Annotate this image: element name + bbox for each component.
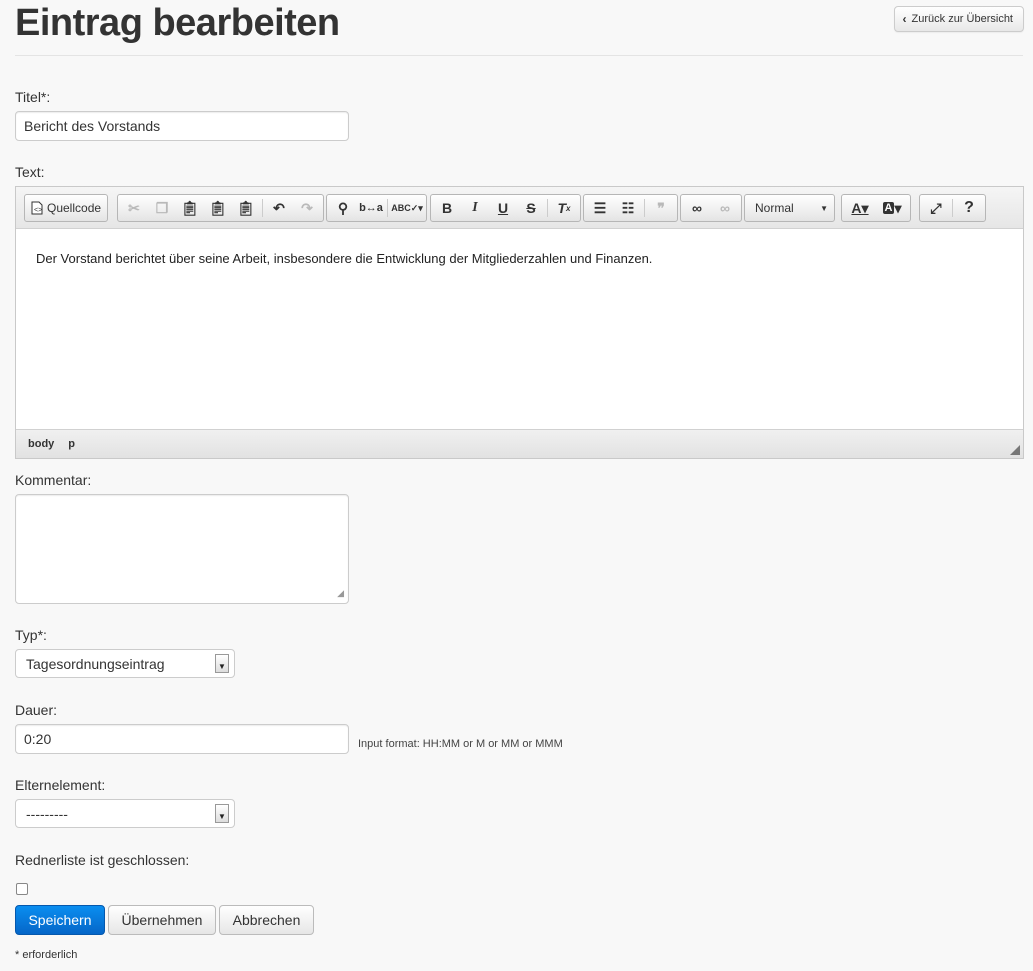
save-button[interactable]: Speichern bbox=[15, 905, 105, 935]
editor-toolbar: <> Quellcode ✂ ❐ 📋︎ 📋︎ 📋︎ ↶ ↷ ⚲ b↔a ABC✓… bbox=[16, 187, 1023, 229]
source-button[interactable]: <> Quellcode bbox=[27, 196, 105, 220]
link-icon[interactable]: ∞ bbox=[683, 196, 711, 220]
parent-label: Elternelement: bbox=[15, 777, 106, 793]
editor-content[interactable]: Der Vorstand berichtet über seine Arbeit… bbox=[16, 229, 1023, 429]
text-color-icon[interactable]: A▾ bbox=[844, 196, 876, 220]
source-label: Quellcode bbox=[47, 201, 102, 215]
toolbar-group-basic-styles: B I U S Tx bbox=[430, 194, 581, 222]
italic-icon[interactable]: I bbox=[461, 196, 489, 220]
bold-icon[interactable]: B bbox=[433, 196, 461, 220]
path-body[interactable]: body bbox=[28, 438, 54, 450]
type-select[interactable]: Tagesordnungseintrag ▼ bbox=[15, 649, 235, 678]
toolbar-separator bbox=[262, 199, 263, 217]
paste-word-icon[interactable]: 📋︎ bbox=[232, 196, 260, 220]
source-icon: <> bbox=[31, 201, 43, 215]
svg-text:<>: <> bbox=[34, 207, 42, 214]
copy-icon[interactable]: ❐ bbox=[148, 196, 176, 220]
toolbar-separator bbox=[952, 199, 953, 217]
toolbar-group-editing: ⚲ b↔a ABC✓▾ bbox=[326, 194, 427, 222]
text-label: Text: bbox=[15, 164, 45, 180]
toolbar-separator bbox=[387, 199, 388, 217]
select-arrow-icon: ▼ bbox=[215, 654, 229, 673]
paste-text-icon[interactable]: 📋︎ bbox=[204, 196, 232, 220]
title-label: Titel*: bbox=[15, 89, 51, 105]
toolbar-group-document: <> Quellcode bbox=[24, 194, 109, 222]
speakers-closed-checkbox[interactable] bbox=[16, 883, 28, 895]
toolbar-separator bbox=[644, 199, 645, 217]
page-title: Eintrag bearbeiten bbox=[15, 2, 340, 44]
undo-icon[interactable]: ↶ bbox=[265, 196, 293, 220]
toolbar-group-links: ∞ ∞ bbox=[680, 194, 742, 222]
resize-handle-icon[interactable] bbox=[1010, 445, 1020, 455]
toolbar-group-clipboard: ✂ ❐ 📋︎ 📋︎ 📋︎ ↶ ↷ bbox=[117, 194, 324, 222]
redo-icon[interactable]: ↷ bbox=[293, 196, 321, 220]
cancel-button[interactable]: Abbrechen bbox=[219, 905, 314, 935]
duration-label: Dauer: bbox=[15, 702, 58, 718]
rich-text-editor: <> Quellcode ✂ ❐ 📋︎ 📋︎ 📋︎ ↶ ↷ ⚲ b↔a ABC✓… bbox=[15, 186, 1024, 459]
comment-label: Kommentar: bbox=[15, 472, 92, 488]
apply-button[interactable]: Übernehmen bbox=[108, 905, 216, 935]
parent-select-value: --------- bbox=[26, 805, 68, 822]
blockquote-icon[interactable]: ❞ bbox=[647, 196, 675, 220]
back-button-label: Zurück zur Übersicht bbox=[911, 13, 1013, 25]
duration-input[interactable]: 0:20 bbox=[15, 724, 349, 754]
duration-help-text: Input format: HH:MM or M or MM or MMM bbox=[358, 738, 563, 750]
type-label: Typ*: bbox=[15, 627, 47, 643]
required-note: * erforderlich bbox=[15, 949, 78, 961]
title-input[interactable]: Bericht des Vorstands bbox=[15, 111, 349, 141]
toolbar-group-colors: A▾ A ▾ bbox=[841, 194, 911, 222]
chevron-left-icon: ‹ bbox=[902, 12, 907, 26]
toolbar-group-paragraph: ☰ ☷ ❞ bbox=[583, 194, 678, 222]
bulleted-list-icon[interactable]: ☷ bbox=[614, 196, 642, 220]
numbered-list-icon[interactable]: ☰ bbox=[586, 196, 614, 220]
path-p[interactable]: p bbox=[68, 438, 75, 450]
find-icon[interactable]: ⚲ bbox=[329, 196, 357, 220]
format-dropdown[interactable]: Normal ▼ bbox=[744, 194, 835, 222]
strike-icon[interactable]: S bbox=[517, 196, 545, 220]
cut-icon[interactable]: ✂ bbox=[120, 196, 148, 220]
speakers-closed-label: Rednerliste ist geschlossen: bbox=[15, 852, 190, 868]
paste-icon[interactable]: 📋︎ bbox=[176, 196, 204, 220]
toolbar-group-tools: ⤢ ? bbox=[919, 194, 986, 222]
toolbar-separator bbox=[547, 199, 548, 217]
editor-status-bar: body p bbox=[16, 429, 1023, 458]
comment-textarea[interactable]: ◢ bbox=[15, 494, 349, 604]
bg-color-icon[interactable]: A ▾ bbox=[876, 196, 908, 220]
header-divider bbox=[15, 55, 1023, 56]
remove-format-icon[interactable]: Tx bbox=[550, 196, 578, 220]
maximize-icon[interactable]: ⤢ bbox=[922, 196, 950, 220]
unlink-icon[interactable]: ∞ bbox=[711, 196, 739, 220]
select-arrow-icon: ▼ bbox=[215, 804, 229, 823]
parent-select[interactable]: --------- ▼ bbox=[15, 799, 235, 828]
resize-grip-icon[interactable]: ◢ bbox=[337, 588, 344, 599]
replace-icon[interactable]: b↔a bbox=[357, 196, 385, 220]
format-value: Normal bbox=[755, 201, 794, 215]
spellcheck-icon[interactable]: ABC✓▾ bbox=[390, 196, 424, 220]
help-icon[interactable]: ? bbox=[955, 196, 983, 220]
type-select-value: Tagesordnungseintrag bbox=[26, 655, 165, 672]
back-to-overview-button[interactable]: ‹ Zurück zur Übersicht bbox=[893, 6, 1024, 32]
underline-icon[interactable]: U bbox=[489, 196, 517, 220]
caret-down-icon: ▼ bbox=[820, 203, 828, 213]
